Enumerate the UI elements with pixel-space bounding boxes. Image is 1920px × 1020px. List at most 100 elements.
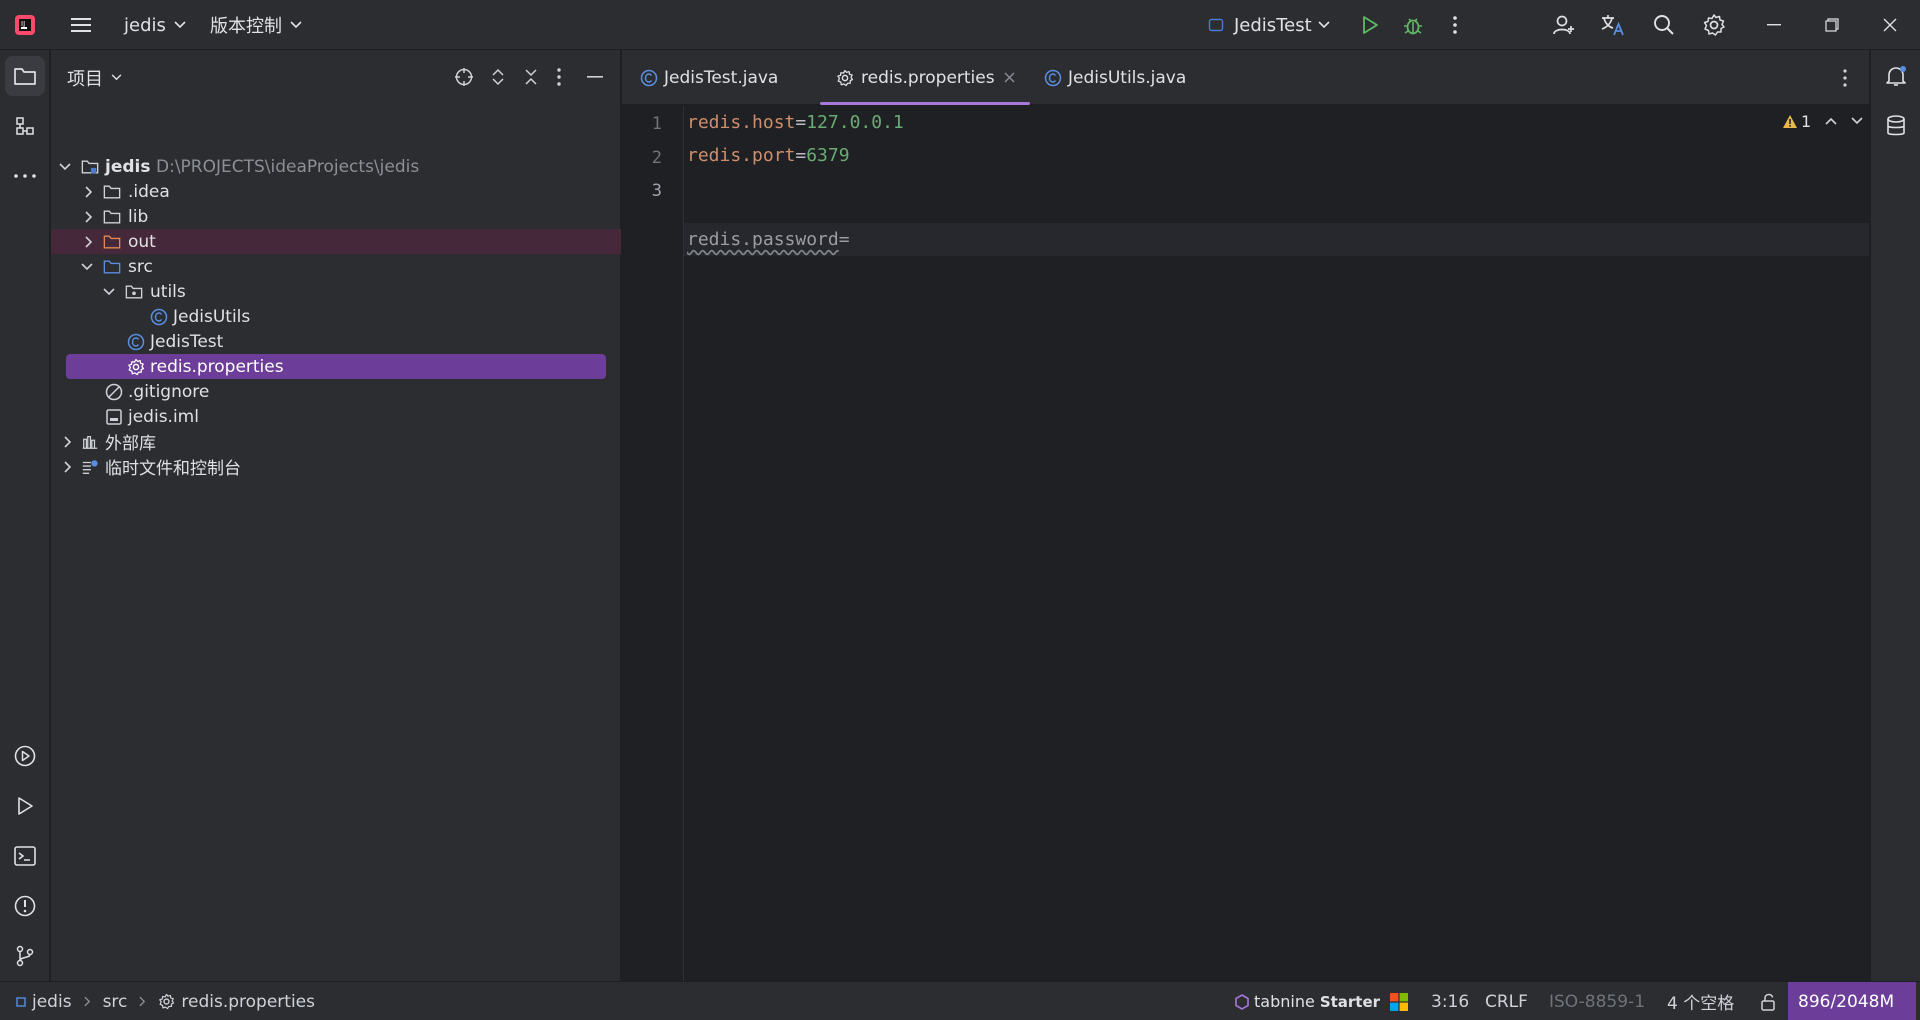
database-icon[interactable] bbox=[1885, 114, 1907, 138]
expand-all-icon[interactable] bbox=[491, 67, 505, 87]
tree-row-root[interactable]: jedis D:\PROJECTS\ideaProjects\jedis bbox=[51, 154, 621, 179]
property-separator: = bbox=[838, 229, 850, 250]
settings-gear-icon[interactable] bbox=[1700, 0, 1728, 50]
folder-icon bbox=[13, 66, 37, 86]
current-line-highlight bbox=[684, 223, 1869, 256]
project-panel-header: 项目 bbox=[51, 50, 621, 105]
caret-position[interactable]: 3:16 bbox=[1431, 982, 1469, 1020]
search-icon[interactable] bbox=[1650, 0, 1678, 50]
tree-row-redis-properties-selected[interactable]: redis.properties bbox=[66, 354, 606, 379]
tree-row-gitignore[interactable]: .gitignore bbox=[51, 379, 621, 404]
tabnine-plan: Starter bbox=[1319, 992, 1381, 1011]
translate-icon[interactable] bbox=[1599, 0, 1627, 50]
tree-item-label: src bbox=[128, 256, 153, 277]
properties-gear-icon bbox=[836, 69, 854, 87]
tab-options-icon[interactable] bbox=[1843, 69, 1847, 87]
close-tab-icon[interactable] bbox=[1004, 72, 1015, 83]
run-tool-button[interactable] bbox=[5, 786, 45, 826]
ignore-file-icon bbox=[105, 383, 123, 401]
chevron-right-icon bbox=[83, 996, 91, 1007]
more-tools-button[interactable] bbox=[5, 156, 45, 196]
terminal-tool-button[interactable] bbox=[5, 836, 45, 876]
more-actions-icon[interactable] bbox=[1445, 0, 1465, 50]
folder-icon bbox=[103, 208, 121, 226]
close-window-icon[interactable] bbox=[1880, 0, 1900, 50]
tree-row-jedistest[interactable]: JedisTest bbox=[51, 329, 621, 354]
file-encoding[interactable]: ISO-8859-1 bbox=[1549, 982, 1645, 1020]
add-user-icon[interactable] bbox=[1550, 0, 1578, 50]
tree-row-jedisutils[interactable]: JedisUtils bbox=[51, 304, 621, 329]
java-class-icon bbox=[640, 69, 658, 87]
tree-row-utils[interactable]: utils bbox=[51, 279, 621, 304]
collapse-all-icon[interactable] bbox=[524, 67, 538, 87]
tree-item-label: lib bbox=[128, 206, 149, 227]
restore-window-icon[interactable] bbox=[1822, 0, 1842, 50]
breadcrumb-item[interactable]: src bbox=[103, 992, 128, 1012]
code-line-3: redis.password = bbox=[687, 223, 850, 256]
structure-tool-button[interactable] bbox=[5, 106, 45, 146]
hide-panel-icon[interactable] bbox=[587, 76, 603, 78]
properties-gear-icon bbox=[158, 993, 175, 1010]
options-icon[interactable] bbox=[557, 68, 561, 86]
services-icon bbox=[13, 744, 37, 768]
project-view-selector[interactable]: 项目 bbox=[67, 50, 122, 105]
intellij-logo-icon[interactable]: IJ bbox=[10, 0, 40, 50]
run-config-label: JedisTest bbox=[1234, 14, 1312, 36]
structure-icon bbox=[14, 115, 36, 137]
locate-file-icon[interactable] bbox=[454, 67, 474, 87]
java-class-icon bbox=[127, 333, 145, 351]
chevron-right-icon bbox=[82, 235, 96, 249]
memory-indicator[interactable]: 896/2048M bbox=[1788, 982, 1916, 1020]
property-value: 6379 bbox=[806, 145, 850, 166]
tab-label: JedisTest.java bbox=[664, 67, 779, 88]
tree-row-out[interactable]: out bbox=[51, 229, 621, 254]
git-tool-button[interactable] bbox=[5, 936, 45, 976]
line-separator[interactable]: CRLF bbox=[1485, 982, 1528, 1020]
source-folder-icon bbox=[103, 258, 121, 276]
breadcrumb-item[interactable]: redis.properties bbox=[181, 992, 315, 1012]
tabnine-widget[interactable]: tabnine Starter bbox=[1234, 982, 1380, 1020]
run-config-icon bbox=[1208, 17, 1224, 33]
tab-redis-properties[interactable]: redis.properties bbox=[820, 50, 1030, 105]
run-config-selector[interactable]: JedisTest bbox=[1208, 0, 1330, 50]
run-icon[interactable] bbox=[1358, 0, 1382, 50]
excluded-folder-icon bbox=[103, 233, 121, 251]
property-key: redis.port bbox=[687, 145, 796, 166]
problems-tool-button[interactable] bbox=[5, 886, 45, 926]
chevron-right-icon bbox=[82, 185, 96, 199]
readonly-lock-icon[interactable] bbox=[1760, 982, 1776, 1020]
tree-row-jedis-iml[interactable]: jedis.iml bbox=[51, 404, 621, 429]
chevron-down-icon bbox=[58, 160, 72, 174]
problems-icon bbox=[13, 894, 37, 918]
debug-icon[interactable] bbox=[1400, 0, 1426, 50]
tab-jedisutils-java[interactable]: JedisUtils.java bbox=[1044, 50, 1214, 105]
chevron-right-icon bbox=[61, 435, 75, 449]
tree-row-src[interactable]: src bbox=[51, 254, 621, 279]
tree-item-label: .idea bbox=[128, 181, 170, 202]
editor-tabs: JedisTest.java redis.properties JedisUti… bbox=[622, 50, 1869, 105]
tree-item-label: redis.properties bbox=[150, 356, 284, 377]
editor-area: JedisTest.java redis.properties JedisUti… bbox=[622, 50, 1869, 981]
tree-row-scratches[interactable]: 临时文件和控制台 bbox=[51, 454, 621, 479]
title-bar: IJ jedis 版本控制 JedisTest bbox=[0, 0, 1920, 50]
project-tool-button[interactable] bbox=[5, 56, 45, 96]
vcs-menu[interactable]: 版本控制 bbox=[210, 0, 302, 50]
minimize-window-icon[interactable] bbox=[1764, 0, 1784, 50]
run-icon bbox=[15, 796, 35, 816]
scratches-icon bbox=[81, 458, 99, 476]
indent-setting[interactable]: 4 个空格 bbox=[1667, 982, 1734, 1020]
notifications-icon[interactable] bbox=[1884, 64, 1908, 88]
services-tool-button[interactable] bbox=[5, 736, 45, 776]
tree-row-lib[interactable]: lib bbox=[51, 204, 621, 229]
tree-row-external-libraries[interactable]: 外部库 bbox=[51, 429, 621, 454]
tree-row-idea[interactable]: .idea bbox=[51, 179, 621, 204]
main-menu-icon[interactable] bbox=[66, 0, 96, 50]
tab-jedistest-java[interactable]: JedisTest.java bbox=[640, 50, 800, 105]
java-class-icon bbox=[1044, 69, 1062, 87]
windows-logo-icon[interactable] bbox=[1390, 982, 1408, 1020]
project-selector[interactable]: jedis bbox=[124, 0, 186, 50]
chevron-down-icon bbox=[102, 285, 116, 299]
breadcrumb-item[interactable]: jedis bbox=[32, 992, 72, 1012]
module-folder-icon bbox=[81, 158, 99, 176]
code-area[interactable]: redis.host = 127.0.0.1 redis.port = 6379 red… bbox=[622, 106, 1869, 981]
